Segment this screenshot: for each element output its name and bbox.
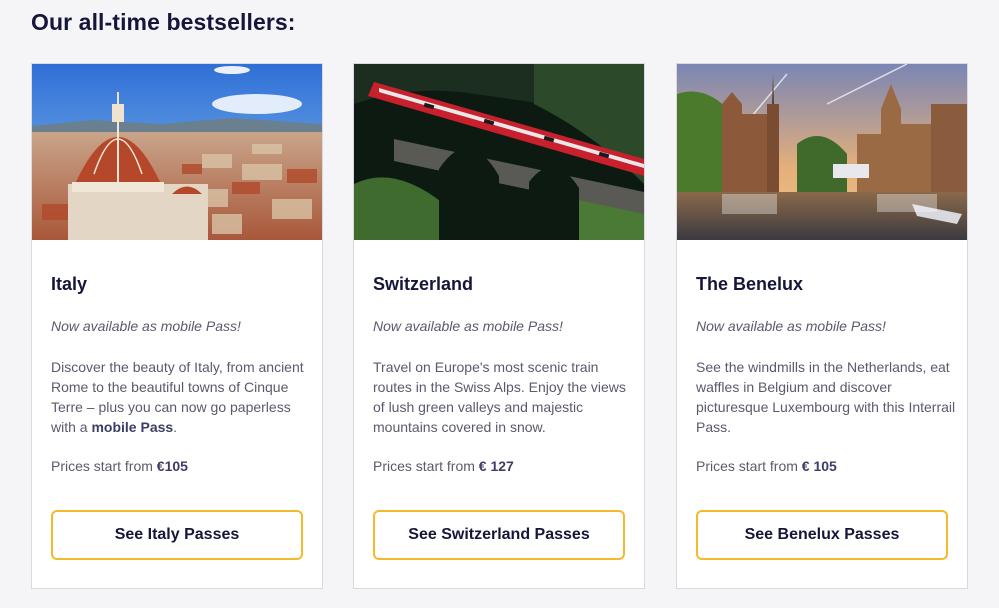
card-title: The Benelux [696,274,804,294]
card-tagline: Now available as mobile Pass! [696,318,886,334]
see-italy-passes-button[interactable]: See Italy Passes [51,510,303,560]
card-price: Prices start from € 127 [373,458,514,474]
price-value: € 127 [478,458,514,474]
card-tagline: Now available as mobile Pass! [51,318,241,334]
card-benelux: The Benelux Now available as mobile Pass… [676,63,968,589]
see-switzerland-passes-button[interactable]: See Switzerland Passes [373,510,625,560]
card-price: Prices start from € 105 [696,458,837,474]
card-tagline: Now available as mobile Pass! [373,318,563,334]
price-value: € 105 [801,458,837,474]
card-italy: Italy Now available as mobile Pass! Disc… [31,63,323,589]
card-description: Discover the beauty of Italy, from ancie… [51,359,304,435]
card-price: Prices start from €105 [51,458,188,474]
card-title: Italy [51,274,88,294]
card-title: Switzerland [373,274,474,294]
benelux-photo[interactable] [677,64,967,240]
card-description: See the windmills in the Netherlands, ea… [696,359,956,435]
italy-photo[interactable] [32,64,322,240]
card-switzerland: Switzerland Now available as mobile Pass… [353,63,645,589]
price-value: €105 [156,458,188,474]
see-benelux-passes-button[interactable]: See Benelux Passes [696,510,948,560]
mobile-pass-bold: mobile Pass [91,419,174,435]
switzerland-photo[interactable] [354,64,644,240]
card-description: Travel on Europe's most scenic train rou… [373,359,626,435]
section-title: Our all-time bestsellers: [31,9,296,35]
